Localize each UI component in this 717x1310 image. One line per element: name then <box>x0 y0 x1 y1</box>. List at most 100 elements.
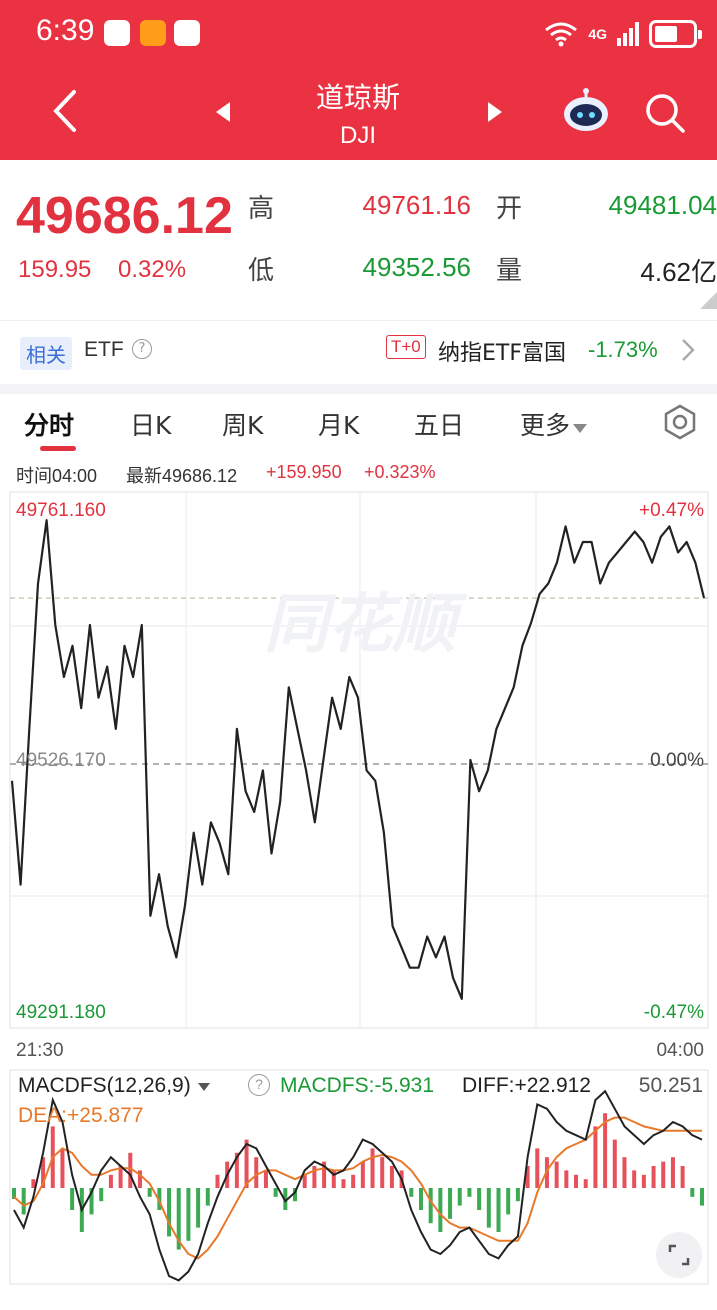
macd-bar <box>574 1174 579 1188</box>
help-icon[interactable]: ? <box>132 339 152 359</box>
chart-tabs: 分时 日K 周K 月K 五日 更多 <box>0 394 717 454</box>
macd-bar <box>341 1179 346 1188</box>
macd-bar <box>535 1148 540 1188</box>
macd-bar <box>670 1157 675 1188</box>
macd-bar <box>360 1161 365 1188</box>
macd-bar <box>593 1126 598 1188</box>
signal-icon <box>617 22 639 46</box>
etf-fund-pct: -1.73% <box>588 337 658 362</box>
pct-bottom-label: -0.47% <box>644 1002 704 1023</box>
info-change: +159.950 <box>266 462 342 482</box>
prev-stock-icon[interactable] <box>212 100 232 124</box>
macd-bar <box>263 1170 268 1188</box>
open-label: 开 <box>496 194 523 224</box>
status-time: 6:39 <box>36 14 95 47</box>
low-value: 49352.56 <box>362 252 471 282</box>
search-icon[interactable] <box>642 90 686 134</box>
macd-bar <box>70 1188 75 1210</box>
pct-mid-label: 0.00% <box>650 750 704 771</box>
macd-bar <box>651 1166 656 1188</box>
back-icon[interactable] <box>44 84 84 138</box>
macd-bar <box>486 1188 491 1228</box>
macd-bar <box>302 1174 307 1188</box>
macd-bar <box>641 1174 646 1188</box>
volume-value: 4.62亿 <box>640 257 717 287</box>
caret-down-icon <box>573 424 588 433</box>
macd-bar <box>438 1188 443 1232</box>
app-notification-icon <box>140 20 166 46</box>
macd-bar <box>496 1188 501 1232</box>
y-bottom-label: 49291.180 <box>16 1002 106 1023</box>
chevron-right-icon[interactable] <box>680 337 696 363</box>
tab-more[interactable]: 更多 <box>520 406 588 442</box>
info-pct: +0.323% <box>364 462 436 482</box>
macd-indicator-name: MACDFS(12,26,9) <box>18 1074 191 1097</box>
high-label: 高 <box>248 194 275 224</box>
macd-bar <box>448 1188 453 1219</box>
network-label: 4G <box>588 26 607 42</box>
dea-value: DEA:+25.877 <box>18 1104 144 1127</box>
top-header: 6:39 4G 道琼斯 DJI <box>0 0 717 160</box>
low-label: 低 <box>248 256 275 286</box>
price-change-pct: 0.32% <box>118 256 187 283</box>
pct-top-label: +0.47% <box>639 500 704 521</box>
dea-line <box>13 1116 702 1260</box>
macd-bar <box>186 1188 191 1241</box>
page-title: 道琼斯 <box>315 81 400 114</box>
macd-help-icon[interactable]: ? <box>248 1074 270 1096</box>
chart-info-bar: 时间04:00 最新49686.12 +159.950 +0.323% <box>0 456 717 488</box>
tab-intraday[interactable]: 分时 <box>24 406 74 442</box>
macd-bar <box>128 1152 133 1188</box>
macd-bar <box>515 1188 520 1202</box>
macd-indicator-select[interactable]: MACDFS(12,26,9) <box>18 1074 211 1098</box>
settings-icon[interactable] <box>662 404 698 440</box>
intraday-chart[interactable]: 同花顺 49761.160 +0.47% 49526.170 0.00% 492… <box>0 486 717 1286</box>
macd-bar <box>428 1188 433 1224</box>
macd-bar <box>254 1157 259 1188</box>
fullscreen-icon[interactable] <box>656 1232 702 1278</box>
assistant-robot-icon[interactable] <box>562 88 610 134</box>
y-mid-label: 49526.170 <box>16 750 106 771</box>
macd-bar <box>554 1161 559 1188</box>
tab-monthly-k[interactable]: 月K <box>318 406 359 442</box>
macd-bar <box>196 1188 201 1228</box>
corner-fold-icon <box>700 292 717 309</box>
macd-bar <box>477 1188 482 1210</box>
macd-bar <box>147 1188 152 1197</box>
status-indicators: 4G <box>544 16 702 52</box>
macd-bar <box>60 1148 65 1188</box>
macd-bar <box>215 1174 220 1188</box>
macd-top-label: 50.251 <box>638 1074 703 1097</box>
tab-five-day[interactable]: 五日 <box>414 406 464 442</box>
related-etf-row[interactable]: 相关 ETF ? T+0 纳指ETF富国 -1.73% <box>0 320 717 384</box>
macd-bar <box>680 1166 685 1188</box>
macd-bar <box>506 1188 511 1215</box>
macd-bar <box>622 1157 627 1188</box>
t0-badge: T+0 <box>386 335 426 359</box>
price-change: 159.95 <box>18 256 92 283</box>
macd-header: MACDFS(12,26,9) ? MACDFS:-5.931 DIFF:+22… <box>0 1068 717 1127</box>
macd-bar <box>370 1148 375 1188</box>
macd-bar <box>632 1170 637 1188</box>
section-divider <box>0 384 717 394</box>
y-top-label: 49761.160 <box>16 500 106 521</box>
macd-bar <box>351 1174 356 1188</box>
active-tab-indicator <box>40 446 76 451</box>
chart-grid <box>9 491 709 1029</box>
macd-bar <box>418 1188 423 1210</box>
macd-bar <box>700 1188 704 1206</box>
macd-bar <box>205 1188 210 1206</box>
next-stock-icon[interactable] <box>486 100 506 124</box>
app-notification-icon <box>104 20 130 46</box>
tab-weekly-k[interactable]: 周K <box>222 406 263 442</box>
tab-daily-k[interactable]: 日K <box>130 406 171 442</box>
quote-panel: 49686.12 159.95 0.32% 高 49761.16 开 49481… <box>0 160 717 320</box>
diff-value: DIFF:+22.912 <box>462 1074 591 1097</box>
macd-bar <box>273 1188 278 1197</box>
macd-bar <box>583 1179 588 1188</box>
macd-bar <box>690 1188 695 1197</box>
etf-fund-name[interactable]: 纳指ETF富国 <box>438 335 566 367</box>
macd-bar <box>108 1174 113 1188</box>
macd-bar <box>167 1188 172 1237</box>
macd-bar <box>380 1157 385 1188</box>
